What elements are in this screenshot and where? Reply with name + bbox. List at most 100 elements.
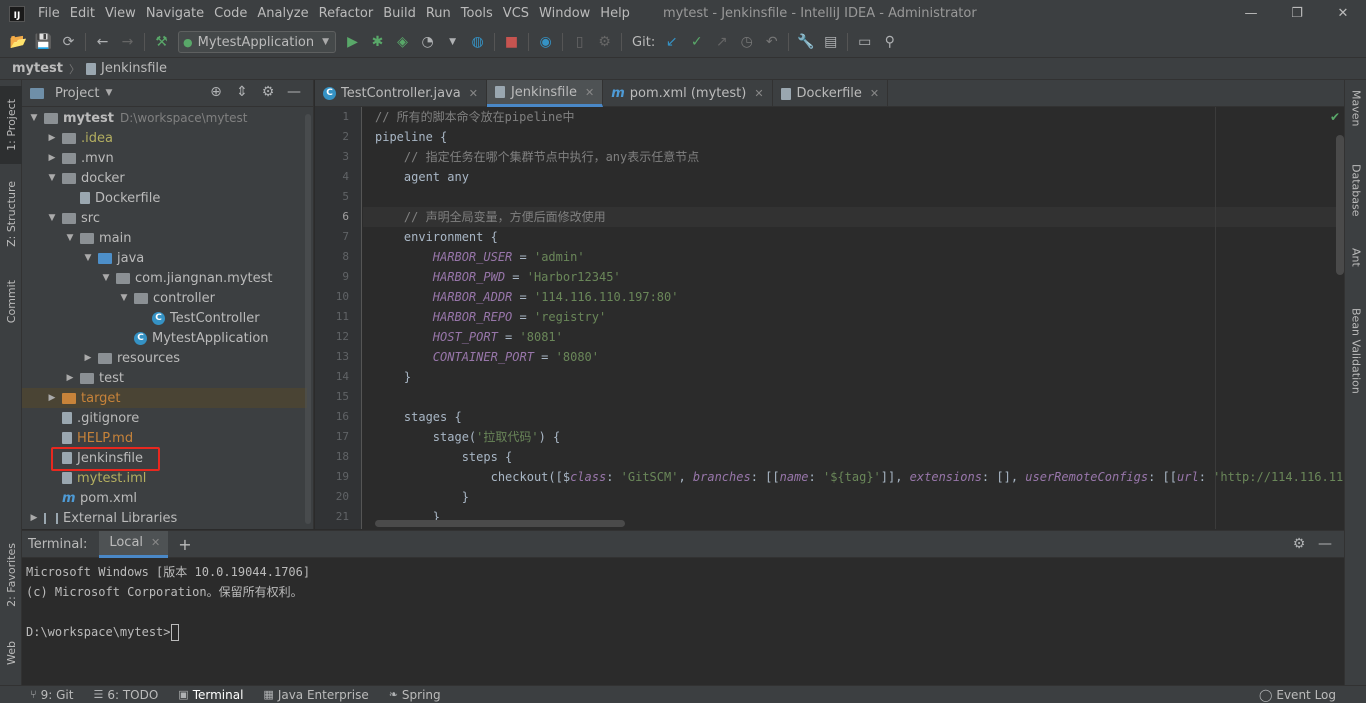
project-structure-icon[interactable]: ▤ [818, 31, 843, 53]
close-icon[interactable]: ✕ [870, 87, 879, 100]
menu-item-navigate[interactable]: Navigate [141, 0, 209, 27]
tool-tab-web[interactable]: Web [0, 628, 22, 678]
close-icon[interactable]: ✕ [469, 87, 478, 100]
tree-item[interactable]: ▼ main [22, 228, 307, 248]
close-button[interactable]: ✕ [1320, 0, 1366, 27]
expanded-arrow-icon[interactable]: ▼ [46, 213, 58, 223]
run-configuration-select[interactable]: ● MytestApplication ▼ [178, 31, 337, 53]
search-icon[interactable]: ⚲ [877, 31, 902, 53]
bottom-tool-9-git[interactable]: ⑂ 9: Git [30, 688, 73, 702]
menu-item-edit[interactable]: Edit [65, 0, 100, 27]
git-push-icon[interactable]: ↗ [709, 31, 734, 53]
expanded-arrow-icon[interactable]: ▼ [100, 273, 112, 283]
menu-item-code[interactable]: Code [209, 0, 252, 27]
tree-item[interactable]: ▶ resources [22, 348, 307, 368]
project-panel-title[interactable]: Project [55, 86, 99, 101]
tree-item[interactable]: ▶ .mvn [22, 148, 307, 168]
tree-item[interactable]: ▶Dockerfile [22, 188, 307, 208]
expanded-arrow-icon[interactable]: ▼ [118, 293, 130, 303]
tool-tab-structure[interactable]: Z: Structure [0, 172, 22, 256]
tree-item[interactable]: ▶ target [22, 388, 307, 408]
menu-item-tools[interactable]: Tools [456, 0, 498, 27]
tree-item[interactable]: ▶mytest.iml [22, 468, 307, 488]
project-scrollbar[interactable] [305, 114, 311, 524]
settings-wrench-icon[interactable]: 🔧 [793, 31, 818, 53]
menu-item-analyze[interactable]: Analyze [252, 0, 313, 27]
chevron-down-icon[interactable]: ▼ [105, 88, 112, 98]
collapsed-arrow-icon[interactable]: ▶ [28, 513, 40, 523]
tool-tab-database[interactable]: Database [1345, 164, 1366, 217]
open-folder-icon[interactable]: 📂 [6, 31, 31, 53]
tree-item[interactable]: ▶.gitignore [22, 408, 307, 428]
expanded-arrow-icon[interactable]: ▼ [64, 233, 76, 243]
hide-minus-icon[interactable]: — [281, 84, 307, 100]
git-history-clock-icon[interactable]: ◷ [734, 31, 759, 53]
editor-tab[interactable]: m pom.xml (mytest) ✕ [603, 80, 773, 107]
close-icon[interactable]: ✕ [585, 86, 594, 99]
editor-tab[interactable]: Jenkinsfile ✕ [486, 80, 604, 107]
device-icon[interactable]: ▯ [567, 31, 592, 53]
collapsed-arrow-icon[interactable]: ▶ [46, 133, 58, 143]
git-commit-check-icon[interactable]: ✓ [684, 31, 709, 53]
terminal-output[interactable]: Microsoft Windows [版本 10.0.19044.1706] (c… [22, 558, 1344, 646]
expanded-arrow-icon[interactable]: ▼ [46, 173, 58, 183]
menu-item-vcs[interactable]: VCS [498, 0, 534, 27]
coverage-shield-icon[interactable]: ◈ [390, 31, 415, 53]
tree-item[interactable]: ▶CTestController [22, 308, 307, 328]
tool-tab-bean-validation[interactable]: Bean Validation [1345, 308, 1366, 394]
tool-tab-favorites[interactable]: 2: Favorites [0, 532, 22, 618]
menu-item-window[interactable]: Window [534, 0, 595, 27]
editor-vertical-scrollbar[interactable] [1336, 135, 1344, 275]
bottom-tool-terminal[interactable]: ▣ Terminal [178, 688, 243, 702]
editor-tab[interactable]: C TestController.java ✕ [315, 80, 487, 107]
tool-tab-maven[interactable]: Maven [1345, 90, 1366, 126]
editor-tab[interactable]: Dockerfile ✕ [773, 80, 889, 107]
code-editor[interactable]: 1 2 3 4 5 6 7 8 9 10 11 12 13 14 15 16 17 18 19 20 21 // 所有的… [315, 107, 1344, 529]
new-terminal-plus-icon[interactable]: + [178, 535, 191, 554]
profile-icon[interactable]: ◔ [415, 31, 440, 53]
menu-item-run[interactable]: Run [421, 0, 456, 27]
sync-icon[interactable]: ⟳ [56, 31, 81, 53]
tree-item[interactable]: ▶ .idea [22, 128, 307, 148]
tree-item[interactable]: ▶ test [22, 368, 307, 388]
tree-item[interactable]: ▼ docker [22, 168, 307, 188]
hide-minus-icon[interactable]: — [1312, 536, 1338, 552]
bottom-tool-6-todo[interactable]: ☰ 6: TODO [93, 688, 158, 702]
tree-item[interactable]: ▼ controller [22, 288, 307, 308]
tool-tab-project[interactable]: 1: Project [0, 86, 22, 164]
back-arrow-icon[interactable]: ← [90, 31, 115, 53]
breadcrumb-root[interactable]: mytest [12, 61, 63, 76]
expanded-arrow-icon[interactable]: ▼ [82, 253, 94, 263]
locate-target-icon[interactable]: ⊕ [203, 84, 229, 100]
menu-item-build[interactable]: Build [378, 0, 421, 27]
collapsed-arrow-icon[interactable]: ▶ [46, 393, 58, 403]
run-icon[interactable]: ▶ [340, 31, 365, 53]
tree-item[interactable]: ▼ src [22, 208, 307, 228]
debug-bug-icon[interactable]: ✱ [365, 31, 390, 53]
collapsed-arrow-icon[interactable]: ▶ [46, 153, 58, 163]
sdk-icon[interactable]: ⚙ [592, 31, 617, 53]
tree-item[interactable]: ▼ com.jiangnan.mytest [22, 268, 307, 288]
forward-arrow-icon[interactable]: → [115, 31, 140, 53]
tree-item[interactable]: ▼ java [22, 248, 307, 268]
gear-icon[interactable]: ⚙ [1286, 536, 1312, 552]
save-all-icon[interactable]: 💾 [31, 31, 56, 53]
close-icon[interactable]: ✕ [754, 87, 763, 100]
collapsed-arrow-icon[interactable]: ▶ [64, 373, 76, 383]
minimize-button[interactable]: — [1228, 0, 1274, 27]
breadcrumb-file[interactable]: Jenkinsfile [86, 61, 167, 76]
menu-item-file[interactable]: File [33, 0, 65, 27]
collapse-all-icon[interactable]: ⇕ [229, 84, 255, 100]
update-running-icon[interactable]: ◍ [465, 31, 490, 53]
editor-horizontal-scrollbar[interactable] [375, 520, 625, 527]
git-rollback-icon[interactable]: ↶ [759, 31, 784, 53]
collapsed-arrow-icon[interactable]: ▶ [82, 353, 94, 363]
tree-item[interactable]: ▶Jenkinsfile [22, 448, 307, 468]
bottom-tool-spring[interactable]: ❧ Spring [389, 688, 441, 702]
search-everywhere-icon[interactable]: ◉ [533, 31, 558, 53]
menu-item-refactor[interactable]: Refactor [314, 0, 379, 27]
gear-icon[interactable]: ⚙ [255, 84, 281, 100]
bottom-tool-java-enterprise[interactable]: ▦ Java Enterprise [263, 688, 368, 702]
tool-tab-ant[interactable]: Ant [1345, 248, 1366, 267]
build-hammer-icon[interactable]: ⚒ [149, 31, 174, 53]
